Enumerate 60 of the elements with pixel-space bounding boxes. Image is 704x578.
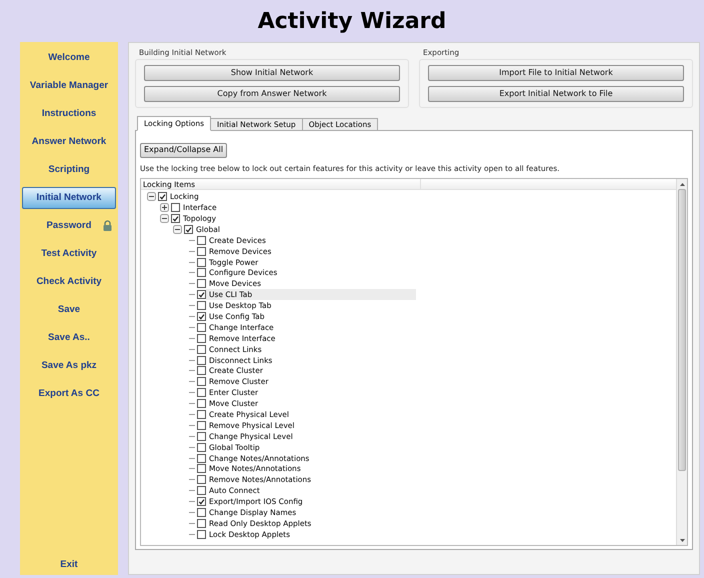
sidebar-item[interactable]: Save As..	[22, 328, 116, 348]
checkbox[interactable]	[197, 366, 206, 376]
sidebar-item[interactable]: Variable Manager	[22, 76, 116, 96]
sidebar-item[interactable]: Answer Network	[22, 132, 116, 152]
sidebar-item[interactable]: Initial Network	[22, 187, 116, 209]
checkbox[interactable]	[197, 258, 206, 267]
checkbox[interactable]	[197, 432, 206, 441]
checkbox[interactable]	[197, 290, 206, 300]
sidebar-item[interactable]: Welcome	[22, 48, 116, 68]
collapse-icon[interactable]	[172, 224, 182, 234]
sidebar-item[interactable]: Password	[22, 216, 116, 236]
scroll-down-icon[interactable]	[680, 539, 684, 542]
checkbox[interactable]	[197, 410, 206, 419]
checkbox[interactable]	[197, 475, 206, 484]
action-button[interactable]: Import File to Initial Network	[428, 65, 684, 81]
sidebar-item[interactable]: Scripting	[22, 160, 116, 180]
action-button[interactable]: Copy from Answer Network	[144, 86, 400, 102]
collapse-icon[interactable]	[160, 214, 168, 223]
checkbox[interactable]	[197, 508, 206, 518]
checkbox[interactable]	[158, 192, 167, 202]
collapse-icon[interactable]	[146, 192, 156, 202]
checkbox[interactable]	[197, 268, 206, 278]
scroll-thumb[interactable]	[678, 189, 686, 472]
scroll-up-icon[interactable]	[680, 183, 684, 186]
checkbox[interactable]	[197, 312, 206, 321]
checkbox[interactable]	[197, 420, 206, 430]
checkbox[interactable]	[197, 322, 206, 332]
checkbox[interactable]	[197, 356, 206, 365]
action-button[interactable]: Export Initial Network to File	[428, 86, 684, 102]
scrollbar[interactable]	[676, 179, 687, 545]
expand-icon[interactable]	[160, 203, 168, 212]
sidebar-item[interactable]: Save As pkz	[22, 356, 116, 376]
checkbox[interactable]	[197, 334, 206, 343]
checkbox[interactable]	[197, 486, 206, 496]
sidebar-item[interactable]: Export As CC	[22, 384, 116, 404]
checkbox[interactable]	[184, 224, 193, 234]
checkbox[interactable]	[197, 236, 206, 245]
checkbox[interactable]	[197, 301, 206, 310]
checkbox[interactable]	[197, 442, 206, 452]
checkbox[interactable]	[197, 497, 206, 506]
checkbox[interactable]	[197, 530, 206, 539]
exit-button[interactable]: Exit	[22, 557, 116, 573]
checkbox[interactable]	[171, 203, 180, 212]
sidebar-item[interactable]: Save	[22, 300, 116, 320]
checkbox[interactable]	[197, 399, 206, 408]
checkbox[interactable]	[197, 377, 206, 386]
checkbox[interactable]	[171, 214, 180, 223]
action-button[interactable]: Show Initial Network	[144, 65, 400, 81]
sidebar-item[interactable]: Instructions	[22, 104, 116, 124]
checkbox[interactable]	[197, 518, 206, 528]
checkbox[interactable]	[197, 464, 206, 474]
checkbox[interactable]	[197, 344, 206, 354]
checkbox[interactable]	[197, 246, 206, 256]
checkbox[interactable]	[197, 279, 206, 288]
checkbox[interactable]	[197, 388, 206, 398]
sidebar-item[interactable]: Test Activity	[22, 244, 116, 264]
expand-collapse-button[interactable]: Expand/Collapse All	[140, 142, 228, 158]
sidebar-item[interactable]: Check Activity	[22, 272, 116, 292]
checkbox[interactable]	[197, 454, 206, 463]
window-title: Activity Wizard	[258, 8, 446, 36]
